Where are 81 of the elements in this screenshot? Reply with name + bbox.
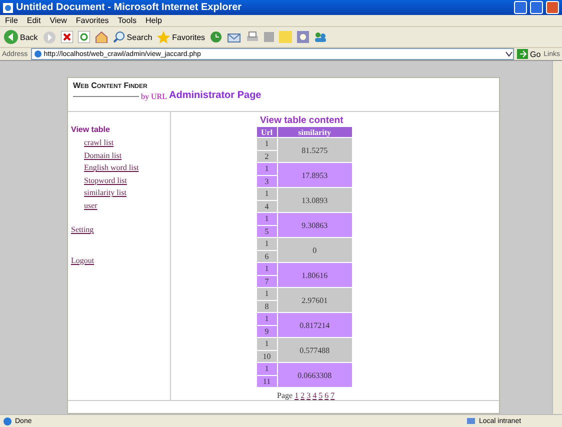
table-cell: 2.97601 bbox=[278, 288, 352, 312]
pager-label: Page bbox=[277, 391, 293, 400]
star-icon bbox=[157, 30, 170, 44]
table-cell: 1.80616 bbox=[278, 263, 352, 288]
table-cell: 1 bbox=[257, 263, 277, 275]
table-cell: 1 bbox=[257, 163, 277, 175]
site-byline: by URL bbox=[141, 92, 167, 102]
table-cell: 3 bbox=[257, 176, 277, 188]
go-button[interactable]: Go bbox=[516, 49, 541, 60]
page-link[interactable]: 2 bbox=[300, 391, 305, 400]
sidebar-link[interactable]: English word list bbox=[84, 162, 170, 175]
table-cell: 1 bbox=[257, 188, 277, 200]
table-cell: 2 bbox=[257, 150, 277, 162]
sidebar-link[interactable]: user bbox=[84, 200, 170, 212]
column-header: Url bbox=[257, 127, 277, 138]
home-icon[interactable] bbox=[94, 31, 108, 44]
logout-link[interactable]: Logout bbox=[71, 254, 170, 268]
page-link[interactable]: 7 bbox=[330, 391, 335, 400]
table-cell: 0 bbox=[278, 238, 352, 262]
sidebar-link[interactable]: Stopword list bbox=[84, 174, 170, 188]
table-cell: 5 bbox=[257, 226, 277, 238]
search-icon bbox=[112, 31, 125, 44]
table-cell: 1 bbox=[257, 238, 277, 250]
history-icon[interactable] bbox=[210, 31, 222, 44]
menu-item[interactable]: Help bbox=[145, 16, 162, 26]
browser-icon bbox=[3, 2, 13, 13]
table-cell: 9.30863 bbox=[278, 213, 352, 238]
page-link[interactable]: 3 bbox=[306, 391, 311, 400]
sidebar-heading: View table bbox=[71, 125, 111, 134]
table-cell: 1 bbox=[257, 138, 277, 150]
table-cell: 0.817214 bbox=[278, 313, 352, 338]
menu-item[interactable]: Edit bbox=[26, 16, 41, 26]
favorites-button[interactable]: Favorites bbox=[157, 30, 206, 44]
dropdown-icon[interactable] bbox=[504, 50, 513, 58]
table-cell: 6 bbox=[257, 250, 277, 262]
page-title: Administrator Page bbox=[169, 90, 262, 102]
table-title: View table content bbox=[259, 115, 344, 126]
stop-icon[interactable] bbox=[60, 31, 73, 44]
menu-item[interactable]: Tools bbox=[118, 16, 136, 26]
table-cell: 1 bbox=[257, 288, 277, 300]
table-cell: 1 bbox=[257, 338, 277, 350]
sidebar-link[interactable]: crawl list bbox=[84, 137, 170, 150]
site-name: Web Content Finder bbox=[73, 81, 148, 90]
menu-item[interactable]: Favorites bbox=[76, 16, 109, 26]
sidebar-link[interactable]: similarity list bbox=[84, 187, 170, 200]
table-cell: 0.577488 bbox=[278, 338, 352, 362]
table-cell: 0.0663308 bbox=[278, 363, 352, 388]
table-cell: 17.8953 bbox=[278, 163, 352, 188]
close-button[interactable] bbox=[546, 1, 559, 14]
arrow-icon bbox=[516, 49, 528, 60]
table-cell: 7 bbox=[257, 276, 277, 288]
menu-item[interactable]: View bbox=[50, 16, 67, 26]
page-icon bbox=[3, 416, 12, 426]
minimize-button[interactable] bbox=[514, 1, 527, 14]
search-button[interactable]: Search bbox=[112, 31, 152, 44]
page-link[interactable]: 5 bbox=[318, 391, 323, 400]
table-cell: 8 bbox=[257, 300, 277, 312]
table-cell: 1 bbox=[257, 313, 277, 325]
print-icon[interactable] bbox=[246, 31, 260, 44]
mail-icon[interactable] bbox=[227, 31, 242, 44]
page-icon bbox=[34, 50, 42, 58]
table-cell: 4 bbox=[257, 200, 277, 212]
table-cell: 11 bbox=[257, 376, 277, 388]
table-cell: 13.0893 bbox=[278, 188, 352, 212]
messenger-icon[interactable] bbox=[314, 31, 328, 44]
network-icon bbox=[466, 416, 476, 426]
back-button[interactable]: Back bbox=[4, 30, 38, 44]
table-cell: 81.5275 bbox=[278, 138, 352, 162]
table-cell: 9 bbox=[257, 326, 277, 338]
table-cell: 1 bbox=[257, 363, 277, 375]
menu-item[interactable]: File bbox=[5, 16, 18, 26]
maximize-button[interactable] bbox=[530, 1, 543, 14]
window-title: Untitled Document - Microsoft Internet Explorer bbox=[16, 2, 243, 14]
column-header: similarity bbox=[278, 127, 352, 138]
sidebar-link[interactable]: Domain list bbox=[84, 150, 170, 162]
page-link[interactable]: 1 bbox=[294, 391, 299, 400]
setting-link[interactable]: Setting bbox=[71, 224, 170, 237]
table-cell: 10 bbox=[257, 350, 277, 362]
table-cell: 1 bbox=[257, 213, 277, 225]
page-link[interactable]: 6 bbox=[324, 391, 329, 400]
page-link[interactable]: 4 bbox=[312, 391, 317, 400]
